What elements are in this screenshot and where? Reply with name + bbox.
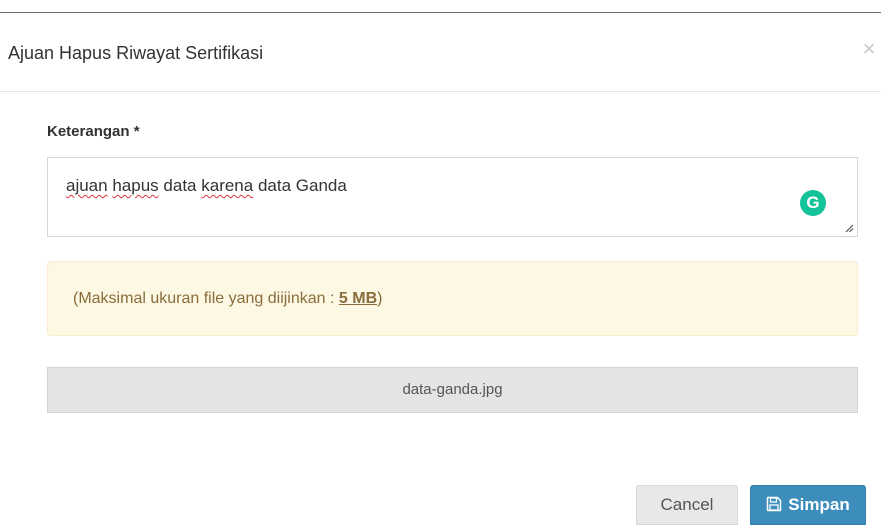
modal-title: Ajuan Hapus Riwayat Sertifikasi [8, 43, 264, 63]
spellcheck-word: hapus [112, 176, 159, 195]
cancel-button[interactable]: Cancel [636, 485, 738, 525]
alert-prefix: (Maksimal ukuran file yang diijinkan : [73, 290, 339, 307]
close-icon[interactable]: × [859, 37, 879, 61]
alert-suffix: ) [377, 290, 383, 307]
resize-handle-icon[interactable] [844, 223, 854, 233]
save-label: Simpan [788, 495, 850, 514]
spellcheck-word: karena [201, 176, 254, 195]
text-word: data [163, 176, 197, 195]
keterangan-textarea[interactable]: ajuan hapus data karena data Ganda G [47, 157, 858, 237]
textarea-value: ajuan hapus data karena data Ganda [66, 176, 347, 196]
file-upload-button[interactable]: data-ganda.jpg [47, 367, 858, 413]
grammarly-icon[interactable]: G [800, 190, 826, 216]
modal-header: Ajuan Hapus Riwayat Sertifikasi × [0, 13, 881, 92]
alert-max-size: 5 MB [338, 290, 378, 307]
file-size-alert: (Maksimal ukuran file yang diijinkan : 5… [47, 261, 858, 336]
save-button[interactable]: Simpan [750, 485, 866, 525]
spellcheck-word: ajuan [66, 176, 108, 195]
text-word: data Ganda [257, 176, 347, 195]
floppy-disk-icon [767, 496, 782, 512]
modal-dialog: Ajuan Hapus Riwayat Sertifikasi × Ketera… [0, 0, 881, 525]
keterangan-label: Keterangan * [47, 123, 140, 140]
alert-text: (Maksimal ukuran file yang diijinkan : 5… [73, 290, 382, 308]
